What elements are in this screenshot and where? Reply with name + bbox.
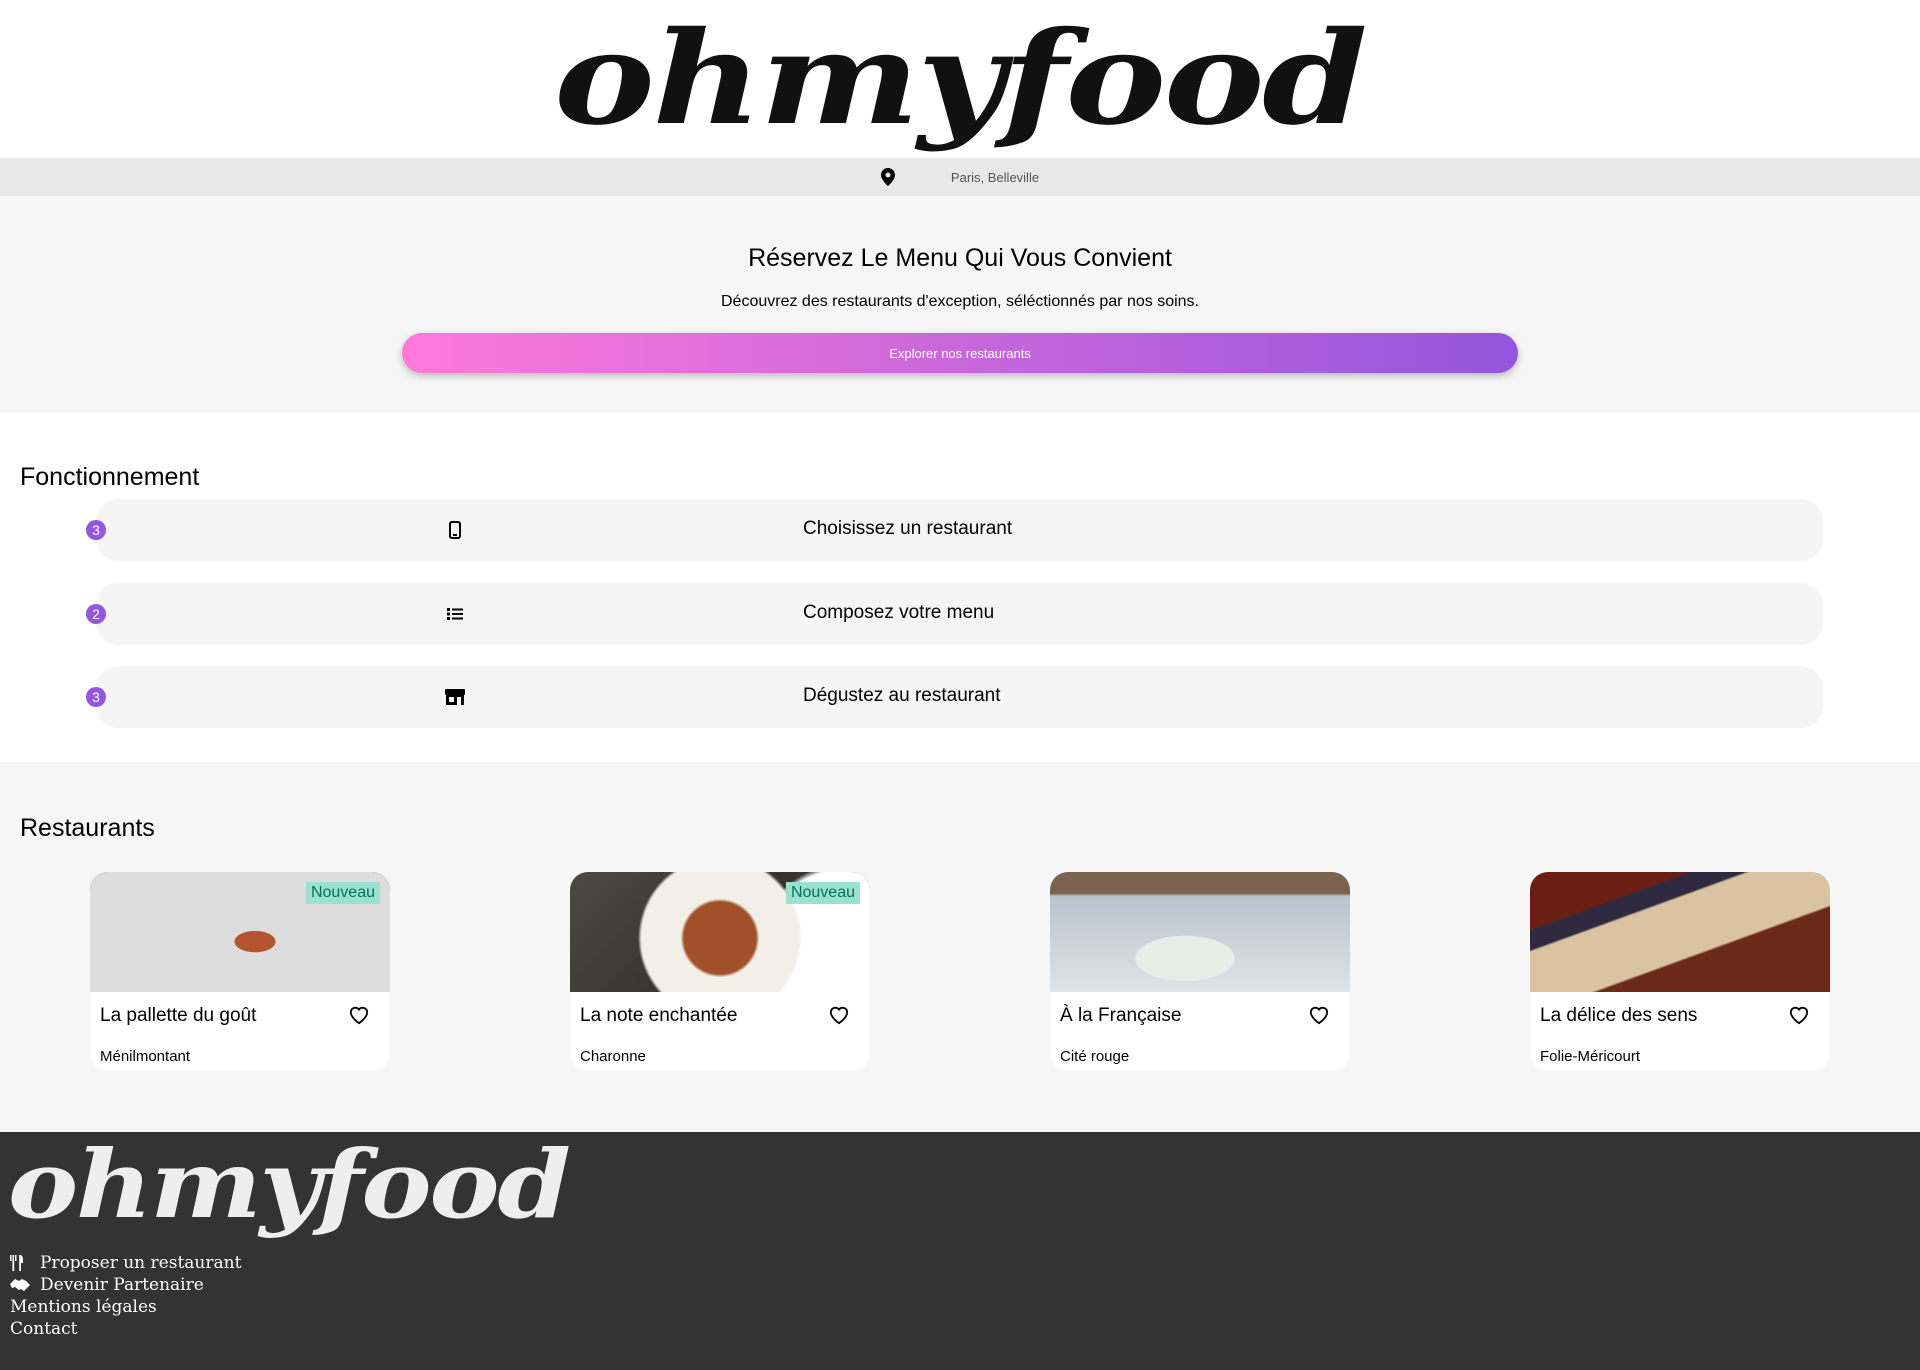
how-it-works-section: Fonctionnement 3 Choisissez un restauran… <box>0 413 1920 762</box>
restaurant-photo: Nouveau <box>90 872 390 992</box>
footer-logo[interactable]: ohmyfood <box>8 1133 571 1237</box>
site-footer: ohmyfood Proposer un restaurant Devenir … <box>0 1132 1920 1370</box>
location-bar: Paris, Belleville <box>0 158 1920 196</box>
hero-section: Réservez Le Menu Qui Vous Convient Décou… <box>0 196 1920 413</box>
new-badge: Nouveau <box>305 882 380 904</box>
restaurant-name: La pallette du goût <box>100 1005 257 1026</box>
restaurant-photo: Nouveau <box>570 872 870 992</box>
heart-icon[interactable] <box>828 1005 850 1025</box>
restaurant-card[interactable]: Nouveau La note enchantée Charonne <box>570 872 870 1071</box>
heart-icon[interactable] <box>348 1005 370 1025</box>
restaurant-name: La note enchantée <box>580 1005 738 1026</box>
footer-link-propose[interactable]: Proposer un restaurant <box>10 1252 241 1274</box>
restaurant-name: À la Française <box>1060 1005 1182 1026</box>
restaurants-title: Restaurants <box>20 814 155 842</box>
step-number: 3 <box>86 520 106 540</box>
step-number: 3 <box>86 687 106 707</box>
restaurant-area: Charonne <box>580 1048 646 1065</box>
restaurants-section: Restaurants Nouveau La pallette du goût … <box>0 762 1920 1132</box>
footer-link-partner[interactable]: Devenir Partenaire <box>10 1274 241 1296</box>
footer-link-label: Devenir Partenaire <box>40 1275 204 1295</box>
footer-link-label: Contact <box>10 1319 78 1339</box>
site-header: ohmyfood <box>0 0 1920 158</box>
how-it-works-title: Fonctionnement <box>20 463 200 491</box>
restaurant-area: Folie-Méricourt <box>1540 1048 1641 1065</box>
restaurant-card[interactable]: La délice des sens Folie-Méricourt <box>1530 872 1830 1071</box>
new-badge: Nouveau <box>785 882 860 904</box>
step-compose-menu[interactable]: 2 Composez votre menu <box>86 583 1823 645</box>
map-pin-icon <box>880 168 895 186</box>
footer-links: Proposer un restaurant Devenir Partenair… <box>10 1252 241 1340</box>
restaurant-card[interactable]: Nouveau La pallette du goût Ménilmontant <box>90 872 390 1071</box>
footer-link-contact[interactable]: Contact <box>10 1318 241 1340</box>
site-logo[interactable]: ohmyfood <box>554 15 1368 143</box>
step-number: 2 <box>86 604 106 624</box>
step-taste-restaurant[interactable]: 3 Dégustez au restaurant <box>86 666 1823 728</box>
restaurant-area: Cité rouge <box>1060 1048 1130 1065</box>
step-label: Composez votre menu <box>803 602 995 623</box>
footer-link-legal[interactable]: Mentions légales <box>10 1296 241 1318</box>
list-icon <box>445 604 465 624</box>
hero-title: Réservez Le Menu Qui Vous Convient <box>748 244 1172 272</box>
footer-link-label: Mentions légales <box>10 1297 157 1317</box>
explore-restaurants-button[interactable]: Explorer nos restaurants <box>402 333 1518 373</box>
restaurant-card[interactable]: À la Française Cité rouge <box>1050 872 1350 1071</box>
restaurant-photo <box>1050 872 1350 992</box>
step-choose-restaurant[interactable]: 3 Choisissez un restaurant <box>86 499 1823 561</box>
step-label: Choisissez un restaurant <box>803 518 1013 539</box>
hero-subtitle: Découvrez des restaurants d'exception, s… <box>721 293 1199 310</box>
utensils-icon <box>10 1255 30 1271</box>
location-text: Paris, Belleville <box>950 169 1040 185</box>
restaurant-area: Ménilmontant <box>100 1048 191 1065</box>
heart-icon[interactable] <box>1788 1005 1810 1025</box>
store-icon <box>445 687 465 707</box>
restaurant-name: La délice des sens <box>1540 1005 1698 1026</box>
mobile-phone-icon <box>445 520 465 540</box>
restaurant-photo <box>1530 872 1830 992</box>
step-label: Dégustez au restaurant <box>803 685 1001 706</box>
footer-link-label: Proposer un restaurant <box>40 1253 242 1273</box>
heart-icon[interactable] <box>1308 1005 1330 1025</box>
handshake-icon <box>10 1278 30 1292</box>
